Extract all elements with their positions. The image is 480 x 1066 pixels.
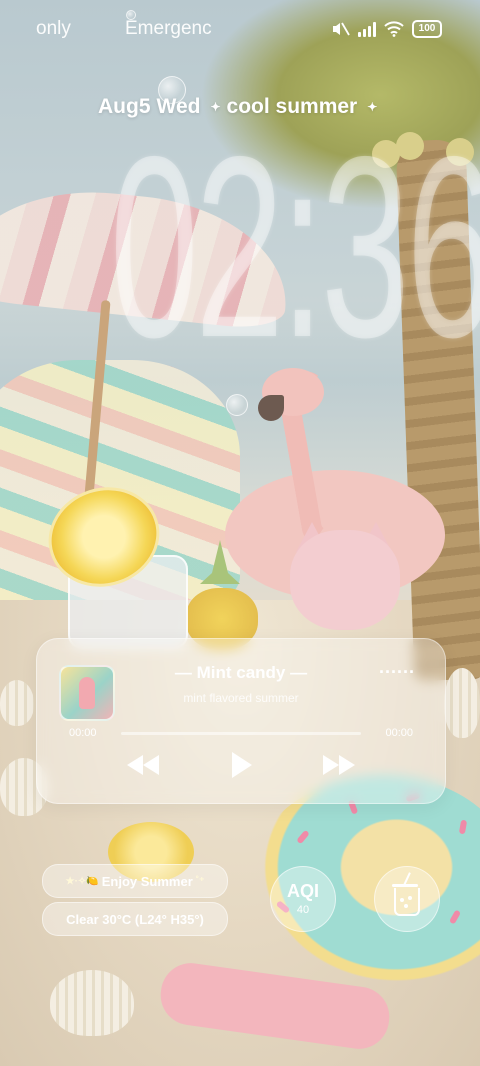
sparkle-icon: ˚⁺ [195, 875, 205, 887]
carrier-label: Emergenc [125, 18, 212, 39]
progress-bar[interactable] [121, 732, 361, 735]
song-subtitle: mint flavored summer [183, 691, 299, 705]
drink-widget[interactable] [374, 866, 440, 932]
status-icons: 100 [330, 20, 442, 38]
play-button[interactable] [227, 751, 257, 779]
plush-cat [290, 530, 400, 630]
sparkle-icon: ★·✧🍋 [65, 875, 99, 887]
lock-clock: 02:36 [109, 102, 480, 391]
seashell [0, 680, 34, 726]
greeting-text: Enjoy Summer [101, 873, 193, 889]
weather-widget[interactable]: Clear 30°C (L24° H35°) [42, 902, 228, 936]
signal-icon [358, 21, 376, 37]
next-icon [339, 755, 355, 775]
battery-icon: 100 [412, 20, 442, 38]
next-icon [323, 755, 339, 775]
previous-icon [143, 755, 159, 775]
weather-text: Clear 30°C (L24° H35°) [66, 911, 204, 927]
mute-icon [333, 22, 350, 36]
flamingo-beak [258, 395, 284, 421]
greeting-widget[interactable]: ★·✧🍋 Enjoy Summer ˚⁺ [42, 864, 228, 898]
elapsed-time: 00:00 [69, 727, 97, 739]
status-bar: only Emergenc 100 [0, 18, 480, 44]
wifi-icon [384, 21, 404, 37]
carrier-label: only [36, 18, 71, 39]
aqi-widget[interactable]: AQI 40 [270, 866, 336, 932]
previous-button[interactable] [123, 751, 163, 779]
drink-cup-icon [392, 884, 420, 916]
next-button[interactable] [319, 751, 359, 779]
aqi-label: AQI [286, 881, 319, 901]
seashell [50, 970, 134, 1036]
more-options-button[interactable]: ...... [379, 657, 415, 678]
total-time: 00:00 [385, 727, 413, 739]
play-icon [232, 752, 252, 778]
bubble [226, 394, 248, 416]
seashell [444, 668, 480, 738]
aqi-value: 40 [296, 904, 310, 916]
previous-icon [127, 755, 143, 775]
music-widget[interactable]: — Mint candy — mint flavored summer ....… [36, 638, 446, 804]
